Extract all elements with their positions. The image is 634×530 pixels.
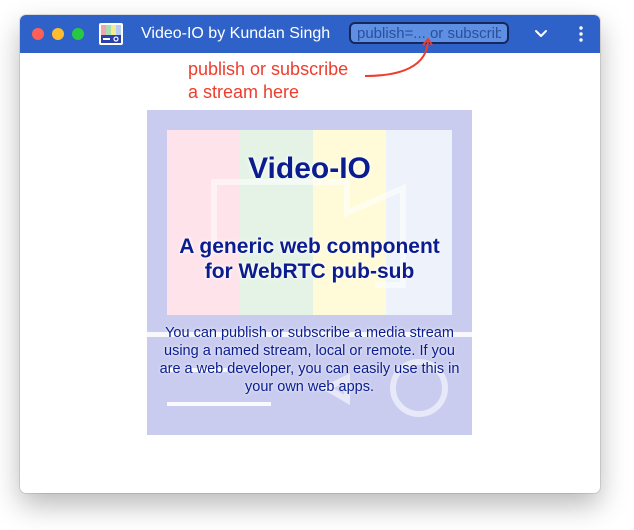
video-io-app-icon: [99, 23, 123, 45]
chevron-down-icon[interactable]: [533, 26, 549, 42]
publish-hint-annotation: publish or subscribe a stream here: [188, 58, 388, 104]
close-window-button[interactable]: [32, 28, 44, 40]
vertical-dots-icon[interactable]: [575, 25, 587, 43]
poster-subtitle: A generic web component for WebRTC pub-s…: [147, 234, 472, 284]
poster-title: Video-IO: [248, 152, 371, 185]
poster-description: You can publish or subscribe a media str…: [159, 325, 460, 395]
poster-subtitle-line-1: A generic web component: [179, 235, 440, 258]
poster-subtitle-line-2: for WebRTC pub-sub: [204, 260, 415, 283]
hint-line-2: a stream here: [188, 82, 300, 102]
minimize-window-button[interactable]: [52, 28, 64, 40]
video-poster: Video-IO A generic web component for Web…: [147, 110, 472, 435]
window-title: Video-IO by Kundan Singh: [141, 25, 331, 42]
hint-line-1: publish or subscribe: [188, 59, 349, 79]
app-window: Video-IO by Kundan Singh publish or subs…: [20, 15, 600, 493]
title-bar: Video-IO by Kundan Singh: [20, 15, 600, 53]
maximize-window-button[interactable]: [72, 28, 84, 40]
